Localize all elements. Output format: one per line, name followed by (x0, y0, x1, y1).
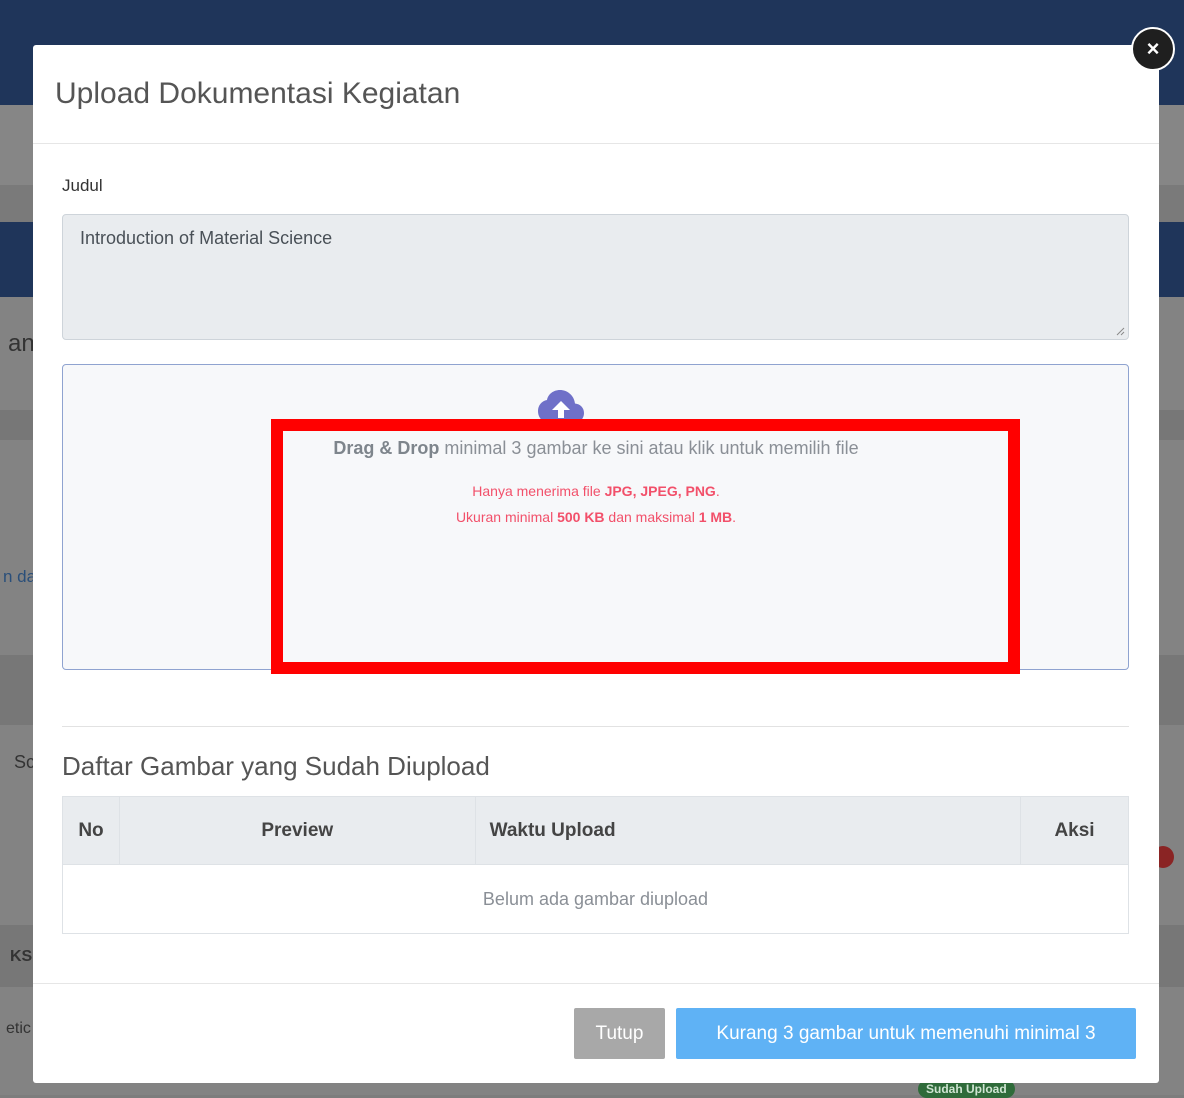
uploaded-images-table: No Preview Waktu Upload Aksi Belum ada g… (62, 796, 1129, 934)
highlight-annotation-box (271, 419, 1020, 674)
modal-header: Upload Dokumentasi Kegiatan (33, 45, 1159, 144)
column-header-no: No (62, 796, 120, 865)
background-text: n da (3, 567, 37, 586)
judul-label: Judul (62, 176, 103, 195)
background-text: etic (6, 1020, 31, 1037)
tutup-button[interactable]: Tutup (574, 1008, 665, 1059)
section-divider (62, 726, 1129, 727)
background-text: an (8, 330, 35, 357)
close-icon: × (1146, 36, 1160, 61)
column-header-waktu-upload: Waktu Upload (474, 796, 1022, 865)
empty-table-message: Belum ada gambar diupload (62, 864, 1129, 934)
submit-upload-button[interactable]: Kurang 3 gambar untuk memenuhi minimal 3 (676, 1008, 1136, 1059)
table-row: Belum ada gambar diupload (62, 864, 1129, 934)
judul-textarea[interactable]: Introduction of Material Science (62, 214, 1129, 340)
modal-footer-divider (33, 983, 1159, 984)
close-modal-button[interactable]: × (1131, 27, 1175, 71)
column-header-preview: Preview (118, 796, 476, 865)
resize-grip-icon[interactable] (1115, 326, 1125, 336)
judul-value: Introduction of Material Science (80, 228, 333, 248)
background-text: KS (10, 948, 33, 965)
column-header-aksi: Aksi (1020, 796, 1129, 865)
background-text: Sc (14, 752, 36, 772)
table-header-row: No Preview Waktu Upload Aksi (62, 796, 1129, 865)
uploaded-list-heading: Daftar Gambar yang Sudah Diupload (62, 751, 490, 781)
modal-title: Upload Dokumentasi Kegiatan (55, 77, 461, 110)
